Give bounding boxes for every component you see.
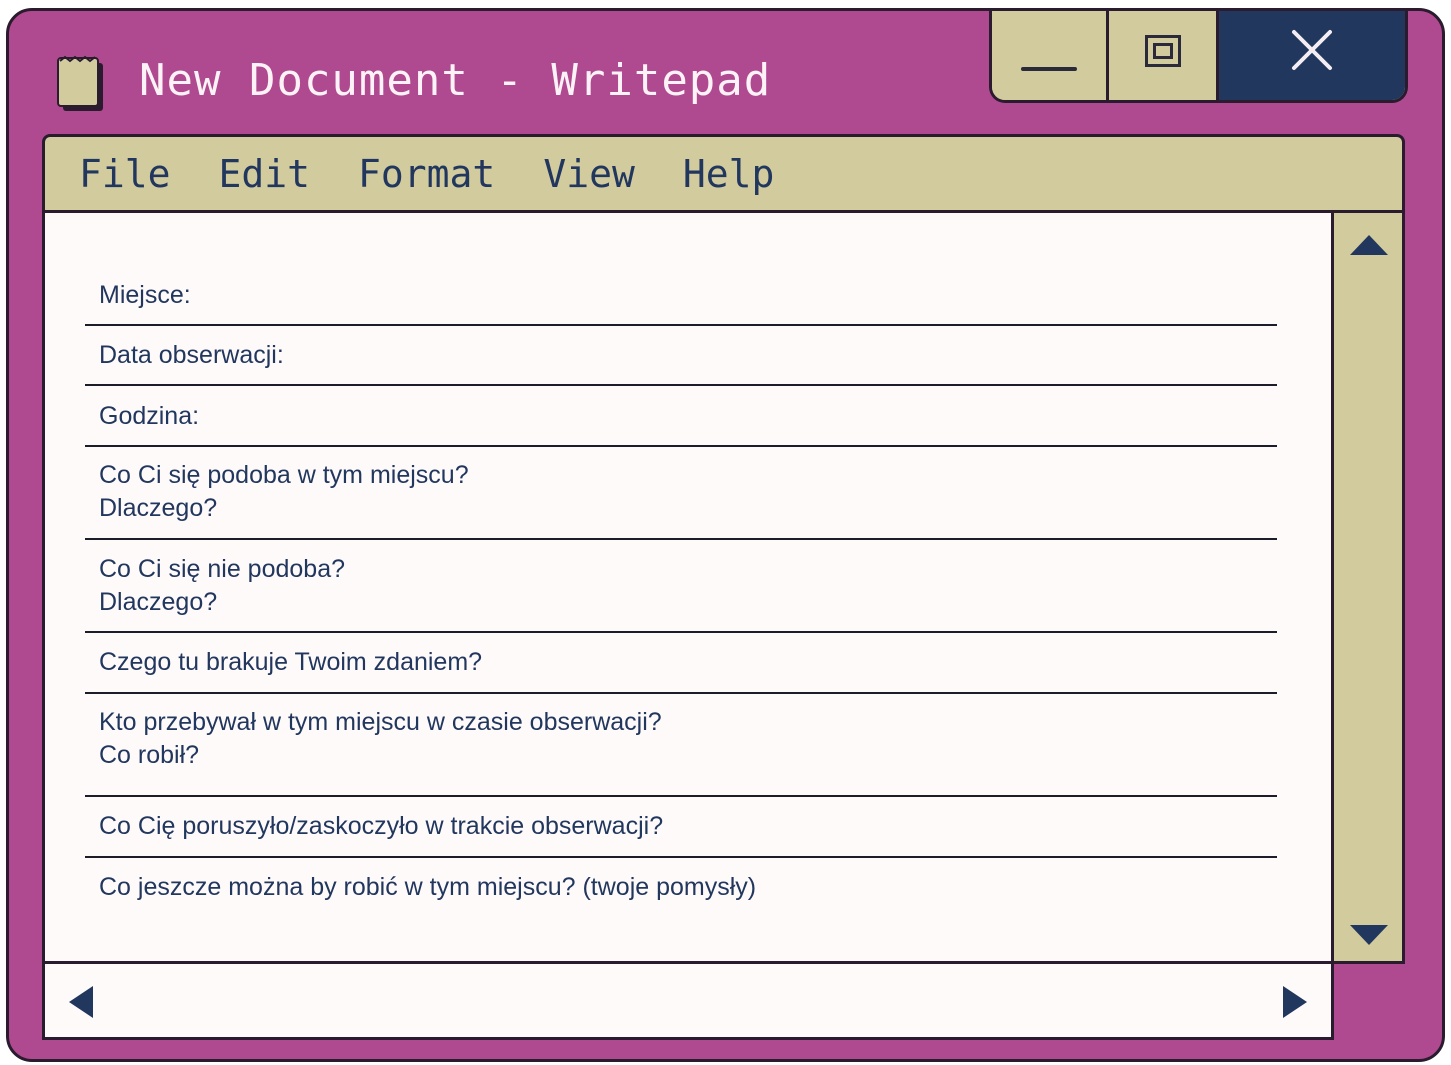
scroll-right-icon[interactable] [1283, 986, 1307, 1018]
field-co-ci-sie-podoba[interactable]: Co Ci się podoba w tym miejscu? Dlaczego… [85, 447, 1277, 540]
notepad-icon [57, 55, 103, 111]
maximize-button[interactable] [1109, 11, 1219, 100]
minimize-icon [1021, 66, 1077, 71]
field-co-jeszcze[interactable]: Co jeszcze można by robić w tym miejscu?… [85, 858, 1277, 958]
horizontal-scrollbar[interactable] [42, 964, 1334, 1040]
field-data-obserwacji[interactable]: Data obserwacji: [85, 326, 1277, 386]
menu-view[interactable]: View [543, 152, 635, 196]
field-label: Miejsce: [99, 281, 191, 309]
field-label: Godzina: [99, 402, 200, 430]
field-label: Data obserwacji: [99, 341, 284, 369]
app-window: New Document - Writepad File Edit Format… [6, 8, 1445, 1062]
field-co-ci-sie-nie-podoba[interactable]: Co Ci się nie podoba? Dlaczego? [85, 540, 1277, 633]
field-kto-przebywal[interactable]: Kto przebywał w tym miejscu w czasie obs… [85, 694, 1277, 797]
document-area[interactable]: Miejsce: Data obserwacji: Godzina: Co Ci… [42, 210, 1334, 964]
close-button[interactable] [1219, 11, 1405, 100]
field-co-cie-poruszylo[interactable]: Co Cię poruszyło/zaskoczyło w trakcie ob… [85, 797, 1277, 858]
menu-edit[interactable]: Edit [219, 152, 311, 196]
maximize-icon [1144, 34, 1181, 67]
field-label: Co Cię poruszyło/zaskoczyło w trakcie ob… [99, 812, 664, 840]
window-title: New Document - Writepad [139, 55, 772, 106]
menu-help[interactable]: Help [683, 152, 775, 196]
vertical-scrollbar[interactable] [1334, 210, 1405, 964]
field-miejsce[interactable]: Miejsce: [85, 213, 1277, 326]
minimize-button[interactable] [992, 11, 1109, 100]
field-label: Co jeszcze można by robić w tym miejscu?… [99, 873, 757, 901]
scroll-left-icon[interactable] [69, 986, 93, 1018]
close-icon [1292, 29, 1332, 70]
field-label: Co Ci się podoba w tym miejscu? Dlaczego… [99, 461, 469, 522]
field-label: Czego tu brakuje Twoim zdaniem? [99, 648, 483, 676]
menu-file[interactable]: File [79, 152, 171, 196]
menu-bar: File Edit Format View Help [42, 134, 1405, 210]
field-label: Kto przebywał w tym miejscu w czasie obs… [99, 708, 662, 769]
field-godzina[interactable]: Godzina: [85, 386, 1277, 447]
menu-format[interactable]: Format [358, 152, 495, 196]
window-controls [989, 11, 1408, 103]
scroll-down-icon[interactable] [1350, 925, 1388, 945]
field-czego-brakuje[interactable]: Czego tu brakuje Twoim zdaniem? [85, 633, 1277, 694]
scroll-up-icon[interactable] [1350, 235, 1388, 255]
field-label: Co Ci się nie podoba? Dlaczego? [99, 555, 345, 616]
